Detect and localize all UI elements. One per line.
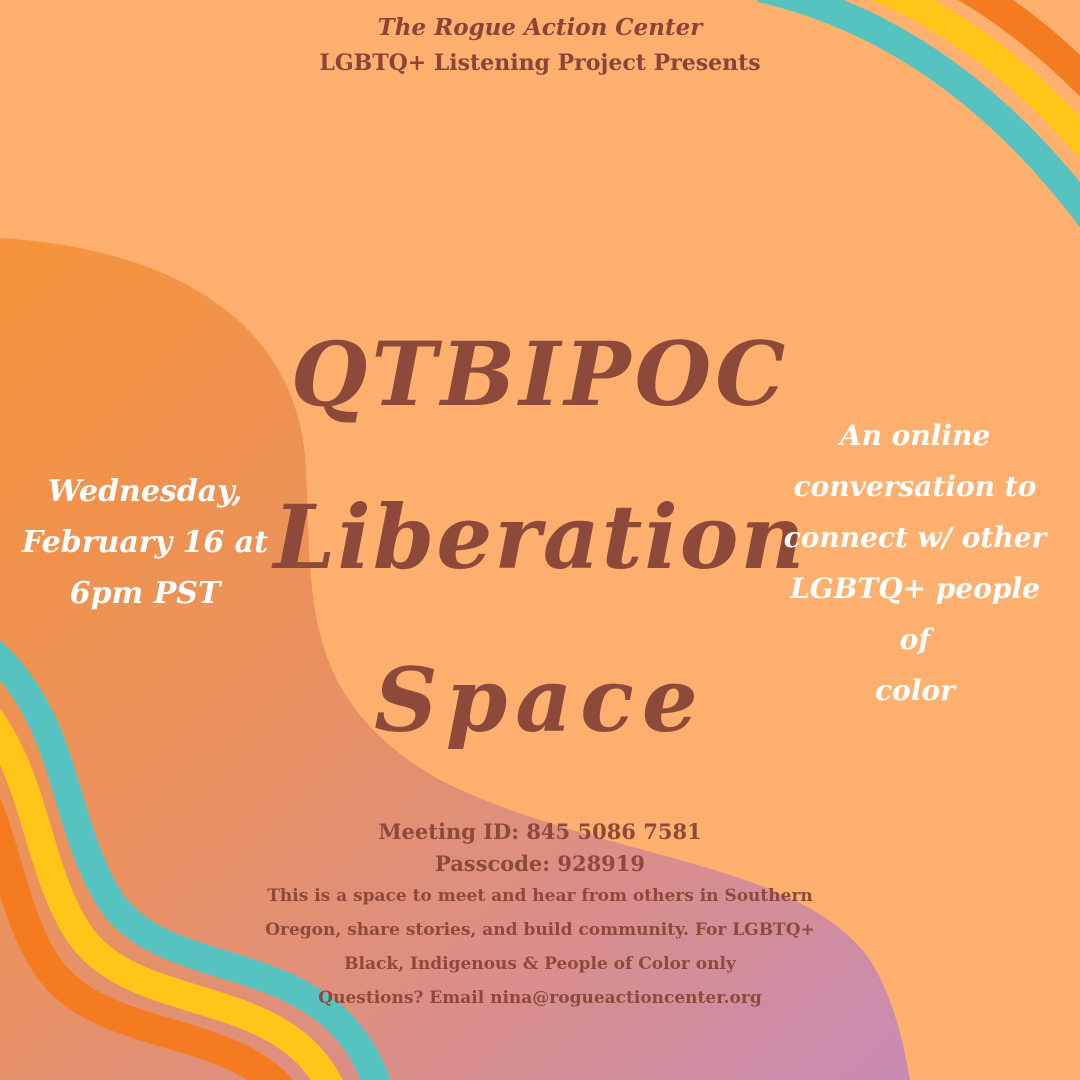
meeting-passcode: Passcode: 928919	[434, 851, 646, 876]
meeting-info: Meeting ID: 845 5086 7581 Passcode: 9289…	[240, 816, 840, 880]
event-date-line-3: 6pm PST	[69, 576, 221, 611]
meeting-id: Meeting ID: 845 5086 7581	[378, 819, 702, 844]
event-title-line-1: QTBIPOC	[290, 322, 790, 426]
about-text: This is a space to meet and hear from ot…	[230, 879, 850, 1015]
project-presents: LGBTQ+ Listening Project Presents	[319, 50, 761, 76]
about-line-2: Oregon, share stories, and build communi…	[265, 920, 815, 940]
about-line-1: This is a space to meet and hear from ot…	[267, 886, 813, 906]
event-date-line-1: Wednesday,	[47, 474, 243, 509]
about-line-3: Black, Indigenous & People of Color only	[344, 954, 736, 974]
contact-email: Questions? Email nina@rogueactioncenter.…	[318, 988, 762, 1008]
description-line-2: conversation to	[793, 470, 1037, 503]
description-line-5: color	[875, 674, 955, 707]
description-line-3: connect w/ other	[783, 521, 1047, 554]
organization-name: The Rogue Action Center	[377, 14, 703, 41]
event-date: Wednesday, February 16 at 6pm PST	[20, 466, 270, 619]
description-line-1: An online	[839, 419, 991, 452]
event-title-line-3: Space	[374, 648, 706, 752]
event-date-line-2: February 16 at	[22, 525, 268, 560]
event-title-line-2: Liberation	[273, 485, 807, 589]
event-poster: The Rogue Action Center LGBTQ+ Listening…	[0, 0, 1080, 1080]
description-line-4: LGBTQ+ people of	[790, 572, 1040, 656]
event-description: An online conversation to connect w/ oth…	[770, 410, 1060, 716]
